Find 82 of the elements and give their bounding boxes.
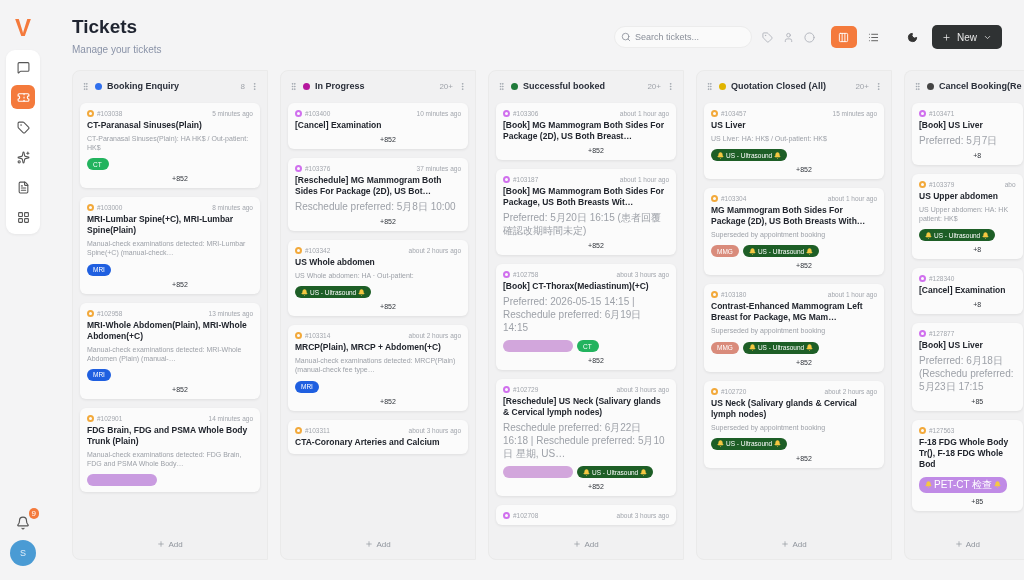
- ticket-title: US Whole abdomen: [295, 257, 376, 269]
- ticket-title: MRI-Whole Abdomen(Plain), MRI-Whole Abdomen(+C): [87, 319, 248, 342]
- ticket-title: Contrast-Enhanced Mammogram Left Breast for Package, MG Mam…: [711, 301, 864, 324]
- column-title: Booking Enquiry: [107, 81, 180, 91]
- column-count: 8: [240, 81, 245, 91]
- grid-icon: [16, 210, 30, 224]
- column-count: 20+: [647, 81, 661, 91]
- plus-icon: [573, 540, 582, 548]
- column-title: In Progress: [315, 81, 366, 91]
- more-icon[interactable]: [666, 81, 675, 91]
- column-title: Cancel Booking(Re: [939, 81, 1022, 91]
- ticket-title: CT-Paranasal Sinuses(Plain): [87, 120, 203, 132]
- message-icon: [16, 60, 30, 74]
- ticket-description: Preferred: 5月7日: [919, 134, 999, 148]
- page-subtitle: Manage your tickets: [72, 44, 163, 55]
- ticket-title: [Book] CT-Thorax(Mediastinum)(+C): [503, 281, 650, 293]
- ticket-tag: PET-CT 检查: [919, 476, 1008, 493]
- ticket-title: [Book] MG Mammogram Both Sides For Package, US Both Breasts Wit…: [503, 186, 666, 209]
- more-icon[interactable]: [250, 81, 259, 91]
- columns-icon: [838, 31, 850, 43]
- column-count: 20+: [439, 81, 453, 91]
- ticket-title: [Book] MG Mammogram Both Sides For Package (2D), US Both Breast…: [503, 120, 666, 143]
- ticket-description: Preferred: 2026-05-15 14:15 | Reschedule preferred: 6月19日 14:15: [503, 295, 643, 335]
- ticket-title: [Book] US Liver: [919, 120, 984, 132]
- bell-icon: [640, 468, 648, 476]
- drag-handle-icon[interactable]: [81, 81, 90, 91]
- bell-icon: [774, 440, 782, 448]
- notification-icon[interactable]: [16, 516, 30, 530]
- ticket-description: Reschedule preferred: 6月22日 16:18 | Reschedule preferred: 5月10日 星期, US…: [503, 421, 666, 461]
- plus-icon: [954, 540, 963, 548]
- ticket-title: FDG Brain, FDG and PSMA Whole Body Trunk (Plain): [87, 424, 249, 447]
- user-icon[interactable]: [783, 31, 794, 43]
- plus-icon: [942, 32, 951, 42]
- bell-icon: [774, 151, 782, 159]
- bell-icon: [994, 481, 1002, 488]
- bell-icon: [358, 288, 366, 296]
- ticket-title: [Cancel] Examination: [919, 285, 1007, 297]
- ticket-title: [Cancel] Examination: [295, 120, 383, 132]
- ticket-icon: [16, 90, 30, 104]
- ticket-description: Reschedule preferred: 5月8日 10:00: [295, 200, 457, 214]
- more-icon[interactable]: [458, 81, 467, 91]
- more-icon[interactable]: [874, 81, 883, 91]
- ticket-title: [Book] US Liver: [919, 340, 984, 352]
- moon-icon[interactable]: [907, 31, 918, 43]
- ticket-title: MG Mammogram Both Sides For Package (2D), US Both Breasts With…: [711, 205, 867, 228]
- ticket-title: F-18 FDG Whole Body Tr(), F-18 FDG Whole Bod: [919, 437, 1010, 471]
- ticket-title: [Reschedule] US Neck (Salivary glands & Cervical lymph nodes): [503, 396, 662, 419]
- column-title: Successful booked: [523, 81, 607, 91]
- ticket-description: Preferred: 5月20日 16:15 (患者回覆確認改期時間未定): [503, 211, 662, 238]
- board-view-button[interactable]: [831, 26, 857, 48]
- bell-icon: [806, 247, 814, 255]
- ticket-title: US Neck (Salivary glands & Cervical lymph nodes): [711, 397, 858, 420]
- ticket-title: CTA-Coronary Arteries and Calcium: [295, 436, 441, 448]
- ticket-description: Preferred: 6月18日 (Reschedu preferred: 5月23日 17:15: [919, 354, 1015, 394]
- ticket-title: [Reschedule] MG Mammogram Both Sides For Package (2D), US Bot…: [295, 175, 443, 198]
- ticket-title: US Upper abdomen: [919, 191, 999, 203]
- drag-handle-icon[interactable]: [705, 81, 714, 91]
- page-title: Tickets: [72, 16, 139, 38]
- ticket-title: US Liver: [711, 120, 747, 132]
- tag-icon: [16, 120, 30, 134]
- column-count: 20+: [855, 81, 869, 91]
- plus-icon: [781, 540, 790, 548]
- drag-handle-icon[interactable]: [497, 81, 506, 91]
- sparkle-icon: [16, 150, 30, 164]
- plus-icon: [157, 540, 166, 548]
- search-field[interactable]: Search tickets...: [614, 26, 752, 48]
- notification-badge: 9: [28, 508, 39, 519]
- circle-icon[interactable]: [804, 31, 815, 43]
- drag-handle-icon[interactable]: [289, 81, 298, 91]
- plus-icon: [365, 540, 374, 548]
- tag-icon[interactable]: [762, 31, 773, 43]
- bell-icon: [806, 344, 814, 351]
- search-icon: [621, 32, 631, 42]
- column-title: Quotation Closed (All): [731, 81, 827, 91]
- bell-icon: [982, 231, 990, 239]
- ticket-title: MRI-Lumbar Spine(+C), MRI-Lumbar Spine(Plain): [87, 214, 235, 237]
- ticket-title: MRCP(Plain), MRCP + Abdomen(+C): [295, 342, 442, 354]
- logo: V: [15, 16, 31, 40]
- list-icon: [868, 31, 880, 43]
- new-button[interactable]: New: [932, 25, 1002, 49]
- document-icon: [16, 180, 30, 194]
- drag-handle-icon[interactable]: [913, 81, 922, 91]
